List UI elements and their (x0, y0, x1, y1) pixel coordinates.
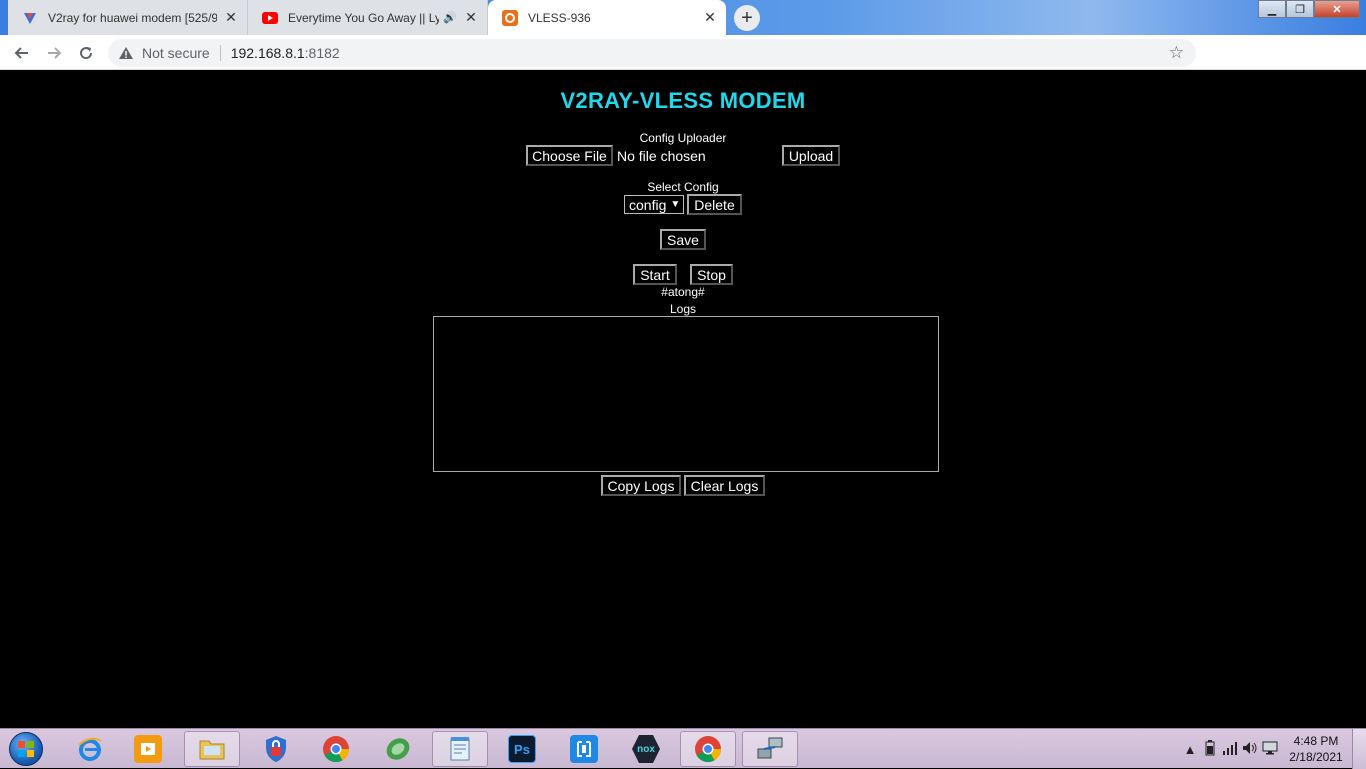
clear-logs-button[interactable]: Clear Logs (684, 475, 765, 496)
bookmark-star-icon[interactable]: ☆ (1169, 43, 1184, 63)
select-config-label: Select Config (647, 180, 719, 194)
youtube-icon (262, 10, 278, 26)
taskbar-photoshop[interactable]: Ps (494, 731, 550, 767)
volume-icon[interactable] (1240, 741, 1260, 758)
start-button[interactable]: Start (633, 264, 677, 285)
warning-icon (119, 47, 133, 59)
taskbar-chrome-1[interactable] (308, 731, 364, 767)
site-icon (502, 9, 518, 26)
security-icon (262, 735, 290, 763)
nox-icon: nox (632, 735, 660, 763)
tab-title: Everytime You Go Away || Ly (288, 10, 440, 25)
windows-logo-icon (9, 732, 43, 766)
maximize-button[interactable]: ❐ (1286, 0, 1314, 18)
reload-icon (80, 47, 93, 60)
tab-v2ray-huawei[interactable]: V2ray for huawei modem [525/9 ✕ (8, 0, 248, 35)
battery-icon[interactable] (1200, 739, 1220, 759)
page-content: V2RAY-VLESS MODEM Config Uploader Choose… (0, 71, 1366, 728)
credit-text: #atong# (661, 285, 705, 299)
tab-youtube[interactable]: Everytime You Go Away || Ly 🔊 ✕ (248, 0, 488, 35)
media-player-icon (134, 735, 162, 763)
security-label[interactable]: Not secure (142, 45, 210, 61)
new-tab-button[interactable]: + (734, 5, 760, 31)
tab-title: VLESS-936 (528, 10, 591, 25)
tab-strip: V2ray for huawei modem [525/9 ✕ Everytim… (0, 0, 1366, 35)
v2ray-icon (22, 10, 38, 26)
photoshop-icon: Ps (508, 735, 536, 763)
network-computer-icon[interactable] (1260, 741, 1280, 758)
page-title: V2RAY-VLESS MODEM (560, 88, 806, 113)
window-controls: ▁ ❐ ✕ (1258, 0, 1360, 18)
choose-file-button[interactable]: Choose File (526, 145, 613, 166)
stop-button[interactable]: Stop (690, 264, 733, 285)
show-hidden-icons-icon[interactable]: ▲ (1180, 742, 1200, 757)
url-host: 192.168.8.1 (230, 45, 305, 61)
taskbar-network-app[interactable] (742, 731, 798, 767)
delete-button[interactable]: Delete (687, 194, 742, 215)
chevron-down-icon: ▼ (670, 199, 681, 210)
taskbar-notepad[interactable] (432, 731, 488, 767)
config-select[interactable]: config ▼ (624, 195, 684, 214)
window-close-button[interactable]: ✕ (1314, 0, 1360, 18)
clock-date: 2/18/2021 (1289, 750, 1343, 764)
logs-label: Logs (669, 302, 697, 316)
taskbar-bracket-app[interactable] (556, 731, 612, 767)
taskbar-internet-explorer[interactable] (62, 731, 118, 767)
clock[interactable]: 4:48 PM 2/18/2021 (1280, 733, 1352, 765)
minimize-button[interactable]: ▁ (1258, 0, 1286, 18)
network-app-icon (756, 735, 784, 763)
file-explorer-icon (198, 735, 226, 763)
taskbar-security[interactable] (248, 731, 304, 767)
file-status: No file chosen (617, 148, 706, 164)
address-bar[interactable]: Not secure 192.168.8.1 :8182 ☆ (108, 39, 1196, 67)
upload-button[interactable]: Upload (782, 145, 840, 166)
forward-button[interactable] (38, 37, 70, 69)
forward-arrow-icon (48, 47, 62, 59)
taskbar-media-player[interactable] (120, 731, 176, 767)
taskbar: Ps nox ▲ 4:48 PM 2/18/2021 (0, 728, 1366, 769)
taskbar-chrome-2[interactable] (680, 731, 736, 767)
tab-title: V2ray for huawei modem [525/9 (48, 10, 217, 25)
close-icon[interactable]: ✕ (702, 9, 718, 26)
notepad-icon (446, 735, 474, 763)
copy-logs-button[interactable]: Copy Logs (601, 475, 681, 496)
bracket-app-icon (570, 735, 598, 763)
chrome-icon (322, 735, 350, 763)
tab-vless[interactable]: VLESS-936 ✕ (488, 0, 726, 35)
address-separator (219, 45, 221, 61)
logs-textarea[interactable] (433, 316, 939, 472)
taskbar-nox[interactable]: nox (618, 731, 674, 767)
reload-button[interactable] (70, 37, 102, 69)
taskbar-file-explorer[interactable] (184, 731, 240, 767)
close-icon[interactable]: ✕ (223, 9, 239, 26)
network-signal-icon[interactable] (1220, 741, 1240, 758)
system-tray: ▲ 4:48 PM 2/18/2021 (1180, 729, 1366, 769)
clock-time: 4:48 PM (1293, 734, 1339, 748)
start-button[interactable] (4, 731, 48, 767)
back-arrow-icon (14, 47, 28, 59)
chrome-icon (694, 735, 722, 763)
show-desktop-button[interactable] (1352, 729, 1366, 769)
config-uploader-label: Config Uploader (639, 131, 727, 145)
back-button[interactable] (6, 37, 38, 69)
save-button[interactable]: Save (660, 229, 706, 250)
internet-explorer-icon (76, 735, 104, 763)
url-port: :8182 (304, 45, 340, 61)
audio-icon[interactable]: 🔊 (443, 11, 457, 24)
close-icon[interactable]: ✕ (463, 9, 479, 26)
green-app-icon (384, 735, 412, 763)
taskbar-green-app[interactable] (370, 731, 426, 767)
browser-toolbar: Not secure 192.168.8.1 :8182 ☆ t (0, 35, 1366, 98)
config-select-value: config (629, 196, 667, 213)
